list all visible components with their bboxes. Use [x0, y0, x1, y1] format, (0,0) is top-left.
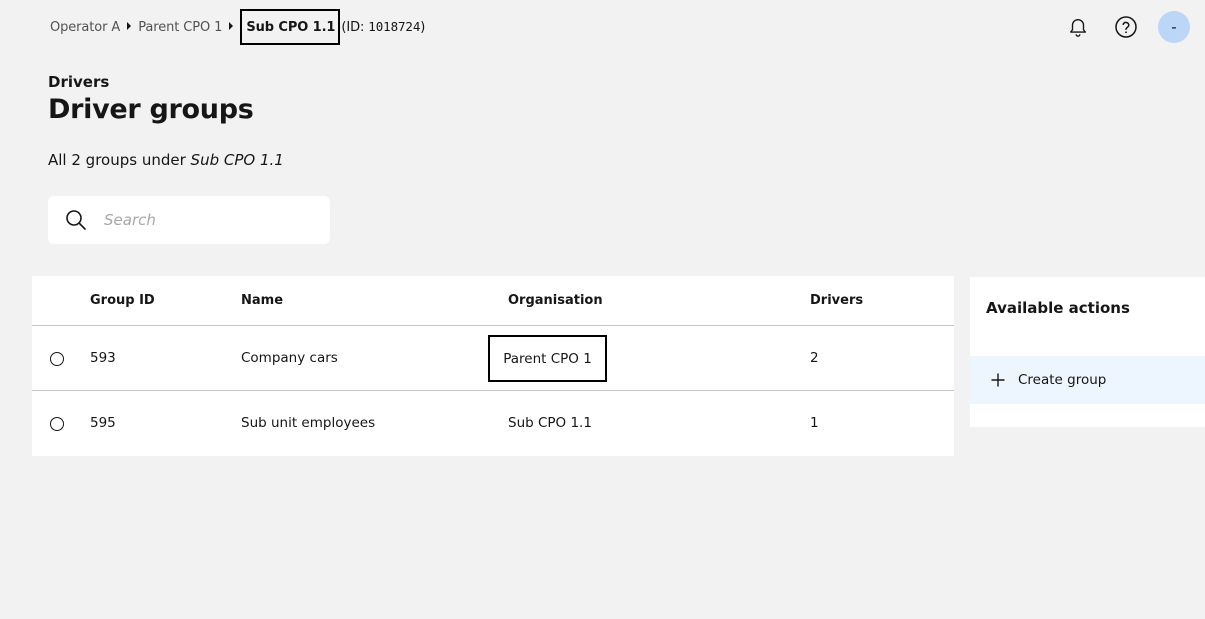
cell-organisation-link[interactable]: Sub CPO 1.1 — [508, 415, 592, 431]
caret-right-icon — [127, 22, 132, 30]
table-row[interactable]: 595 Sub unit employees Sub CPO 1.1 1 — [32, 391, 954, 456]
search-input[interactable] — [104, 211, 304, 229]
section-label: Drivers — [48, 73, 110, 91]
cell-organisation-link[interactable]: Parent CPO 1 — [488, 335, 607, 382]
app-page: Operator A Parent CPO 1 Sub CPO 1.1 (ID:… — [0, 0, 1205, 619]
avatar[interactable]: - — [1158, 11, 1190, 43]
plus-icon — [991, 373, 1005, 387]
breadcrumb: Operator A Parent CPO 1 Sub CPO 1.1 (ID:… — [50, 9, 425, 45]
caret-right-icon — [229, 22, 234, 30]
search-icon — [66, 210, 86, 230]
breadcrumb-current[interactable]: Sub CPO 1.1 — [240, 9, 341, 45]
column-header-name[interactable]: Name — [241, 293, 283, 308]
cell-name: Sub unit employees — [241, 415, 376, 431]
row-select-radio[interactable] — [50, 417, 64, 431]
create-group-label: Create group — [1018, 372, 1107, 388]
help-button[interactable] — [1110, 11, 1142, 43]
table-header: Group ID Name Organisation Drivers — [32, 276, 954, 326]
cell-name: Company cars — [241, 350, 338, 366]
breadcrumb-operator-a[interactable]: Operator A — [50, 20, 120, 35]
search-box — [48, 196, 330, 244]
row-select-radio[interactable] — [50, 352, 64, 366]
breadcrumb-parent-cpo[interactable]: Parent CPO 1 — [138, 20, 222, 35]
subtitle-prefix: All 2 groups under — [48, 151, 186, 169]
breadcrumb-id: (ID: 1018724) — [341, 19, 425, 35]
create-group-button[interactable]: Create group — [970, 356, 1205, 404]
breadcrumb-id-suffix: ) — [420, 20, 426, 35]
available-actions-panel: Available actions Create group — [970, 277, 1205, 427]
cell-group-id: 595 — [90, 415, 116, 431]
column-header-drivers[interactable]: Drivers — [810, 293, 863, 308]
breadcrumb-id-prefix: (ID: — [341, 20, 369, 35]
cell-drivers: 1 — [810, 415, 819, 431]
groups-count-text: All 2 groups under Sub CPO 1.1 — [48, 151, 284, 169]
cell-drivers: 2 — [810, 350, 819, 366]
page-title: Driver groups — [48, 94, 254, 125]
bell-icon — [1069, 19, 1087, 37]
help-circle-icon — [1115, 16, 1137, 38]
column-header-organisation[interactable]: Organisation — [508, 293, 603, 308]
subtitle-org: Sub CPO 1.1 — [190, 151, 284, 169]
actions-title: Available actions — [986, 299, 1130, 317]
breadcrumb-id-value: 1018724 — [368, 19, 421, 34]
table-row[interactable]: 593 Company cars Parent CPO 1 2 — [32, 326, 954, 391]
column-header-group-id[interactable]: Group ID — [90, 293, 155, 308]
cell-group-id: 593 — [90, 350, 116, 366]
notification-button[interactable] — [1062, 11, 1094, 43]
driver-groups-table: Group ID Name Organisation Drivers 593 C… — [32, 276, 954, 456]
